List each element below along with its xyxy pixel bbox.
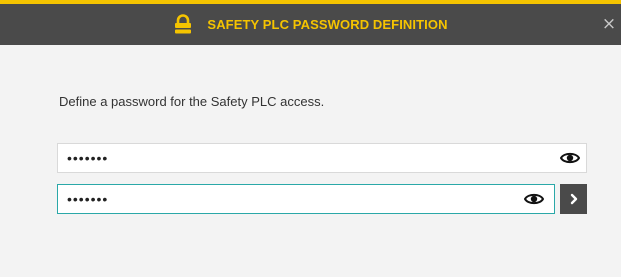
confirm-password-field[interactable] — [57, 184, 555, 214]
lock-icon — [175, 13, 192, 33]
close-icon[interactable]: × — [602, 14, 616, 34]
eye-icon[interactable] — [524, 191, 544, 207]
chevron-right-icon — [570, 193, 577, 205]
eye-icon[interactable] — [560, 150, 580, 166]
confirm-password-input[interactable] — [67, 185, 537, 213]
title-group: SAFETY PLC PASSWORD DEFINITION — [0, 4, 621, 45]
password-dialog: SAFETY PLC PASSWORD DEFINITION × Define … — [0, 0, 621, 277]
submit-button[interactable] — [560, 184, 587, 214]
password-field[interactable] — [57, 143, 587, 173]
password-input[interactable] — [67, 144, 537, 172]
close-button[interactable]: × — [601, 14, 617, 34]
prompt-text: Define a password for the Safety PLC acc… — [59, 94, 325, 109]
dialog-titlebar: SAFETY PLC PASSWORD DEFINITION × — [0, 4, 621, 45]
dialog-title: SAFETY PLC PASSWORD DEFINITION — [207, 17, 448, 32]
